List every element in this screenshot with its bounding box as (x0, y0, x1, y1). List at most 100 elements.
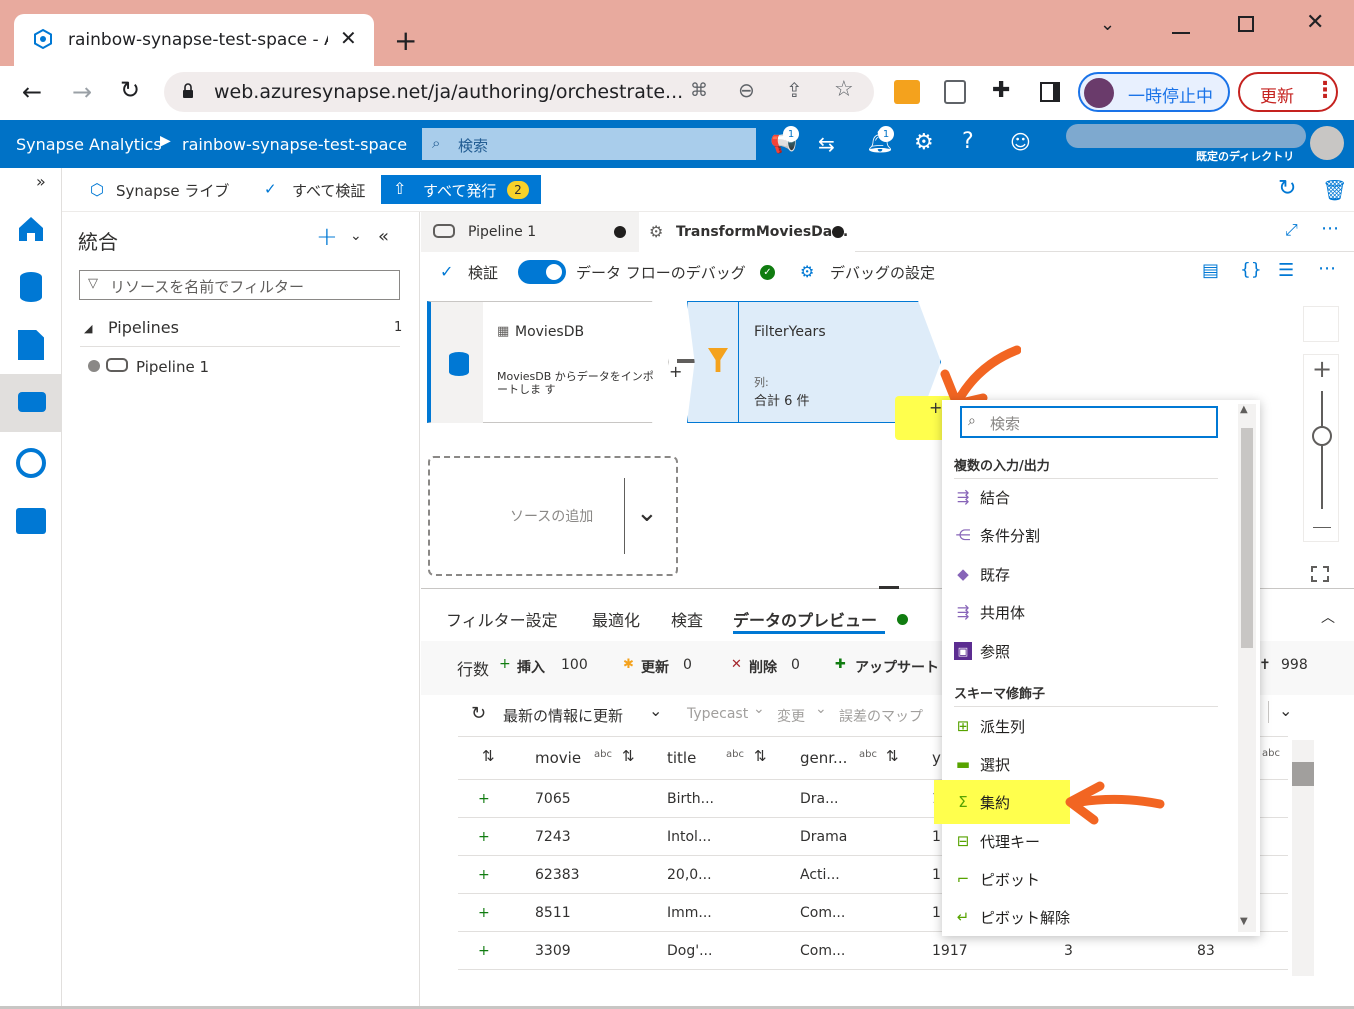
switch-icon[interactable]: ⇆ (818, 132, 835, 156)
address-bar[interactable]: web.azuresynapse.net/ja/authoring/orches… (164, 72, 874, 112)
menu-item-pivot[interactable]: ⌐ ピボット (954, 861, 1040, 897)
collapse-all-icon[interactable]: ⌄ (350, 228, 362, 244)
menu-item-join[interactable]: ⇶ 結合 (954, 479, 1010, 515)
feedback-icon[interactable]: ☺ (1010, 130, 1031, 154)
share-icon[interactable]: ⇪ (786, 78, 803, 102)
minimize-icon[interactable] (1172, 32, 1190, 34)
manage-icon[interactable] (16, 508, 46, 534)
pipeline-item[interactable]: Pipeline 1 (136, 358, 209, 376)
validate-all-button[interactable]: すべて検証 (292, 180, 365, 201)
menu-item-unpivot[interactable]: ↵ ピボット解除 (954, 899, 1070, 935)
table-row[interactable]: + 3309 Dog'... Com... 1917 3 83 (458, 932, 1288, 970)
develop-icon[interactable] (18, 330, 44, 360)
dropdown-scrollbar[interactable]: ▲ ▼ (1238, 404, 1256, 932)
scroll-up-icon[interactable]: ▲ (1240, 404, 1248, 415)
code-icon[interactable]: {} (1240, 260, 1262, 280)
refresh-button[interactable]: 最新の情報に更新 (503, 705, 623, 726)
fit-icon[interactable] (1311, 566, 1329, 582)
table-scrollbar[interactable] (1292, 740, 1314, 976)
discard-icon[interactable]: 🗑︎ (1322, 178, 1347, 202)
zoom-control[interactable]: + (1303, 354, 1339, 542)
workspace-name[interactable]: rainbow-synapse-test-space (182, 135, 407, 154)
add-after-source-icon[interactable]: + (669, 362, 682, 381)
debug-settings-button[interactable]: デバッグの設定 (830, 262, 935, 283)
chevron-down-icon[interactable]: ⌄ (1279, 701, 1292, 720)
extensions-puzzle-icon[interactable]: ✚ (992, 78, 1010, 103)
transformation-dropdown[interactable]: ⌕ 検索 複数の入力/出力 ⇶ 結合 ⋲ 条件分割 ◆ 既存 ⇶ 共用体 ▣ 参照 スキー… (934, 400, 1260, 936)
column-header-year[interactable]: y (932, 749, 941, 767)
reload-icon[interactable]: ↻ (120, 76, 140, 104)
menu-item-union[interactable]: ⇶ 共用体 (954, 594, 1025, 630)
source-node[interactable]: ▦ MoviesDB MoviesDB からデータをインポートしま す (427, 301, 669, 423)
validate-button[interactable]: 検証 (468, 262, 498, 283)
add-resource-icon[interactable]: + (316, 222, 338, 252)
tab-pipeline-1[interactable]: Pipeline 1 (421, 212, 639, 252)
zoom-in-icon[interactable]: + (1312, 355, 1332, 383)
profile-button[interactable]: 一時停止中 (1078, 72, 1230, 112)
debug-toggle[interactable] (518, 260, 566, 284)
menu-item-exists[interactable]: ◆ 既存 (954, 556, 1010, 592)
update-button[interactable]: 更新 ⋮ (1238, 72, 1338, 112)
bookmark-star-icon[interactable]: ☆ (834, 77, 854, 102)
sort-icon[interactable]: ⇅ (622, 747, 635, 765)
tab-dataflow[interactable]: ⚙ TransformMoviesDa... (639, 212, 855, 252)
window-close-icon[interactable]: ✕ (1306, 10, 1324, 35)
maximize-icon[interactable] (1238, 16, 1254, 32)
zoom-thumb[interactable] (1312, 426, 1332, 446)
scroll-down-icon[interactable]: ▼ (1240, 916, 1248, 927)
sort-icon[interactable]: ⇅ (886, 747, 899, 765)
menu-item-aggregate[interactable]: Σ 集約 (954, 784, 1010, 820)
extension-notes-icon[interactable] (944, 80, 966, 104)
sort-icon[interactable]: ⇅ (754, 747, 767, 765)
refresh-icon[interactable]: ↻ (471, 703, 486, 724)
tab-optimize[interactable]: 最適化 (592, 607, 640, 631)
back-icon[interactable]: ← (22, 78, 42, 106)
monitor-icon[interactable] (16, 448, 46, 478)
product-name[interactable]: Synapse Analytics (16, 135, 162, 154)
browser-tab[interactable]: rainbow-synapse-test-space - Az ✕ (14, 14, 374, 66)
sort-icon[interactable]: ⇅ (482, 747, 495, 765)
chevron-down-icon[interactable]: ⌄ (636, 498, 658, 528)
help-icon[interactable]: ? (962, 129, 974, 154)
menu-item-select[interactable]: ▬ 選択 (954, 746, 1010, 782)
menu-item-lookup[interactable]: ▣ 参照 (954, 633, 1010, 669)
synapse-live-toggle[interactable]: Synapse ライブ (116, 180, 229, 201)
menu-item-derived-column[interactable]: ⊞ 派生列 (954, 708, 1025, 744)
extension-smartsurf-icon[interactable] (894, 80, 920, 104)
scroll-thumb[interactable] (1292, 762, 1314, 786)
sidepanel-icon[interactable] (1040, 82, 1060, 102)
translate-icon[interactable]: ⌘ (690, 80, 708, 101)
tab-search-chevron-icon[interactable]: ⌄ (1100, 14, 1115, 35)
expand-rail-icon[interactable]: » (36, 172, 46, 191)
menu-item-conditional-split[interactable]: ⋲ 条件分割 (954, 517, 1041, 553)
collapse-panel-icon[interactable]: « (378, 226, 389, 247)
column-header-movie[interactable]: movie (535, 749, 581, 767)
expand-icon[interactable]: ⤢ (1285, 220, 1298, 240)
dropdown-search-input[interactable]: ⌕ 検索 (960, 406, 1218, 438)
resize-handle[interactable] (879, 586, 899, 589)
data-icon[interactable] (20, 272, 42, 302)
scroll-thumb[interactable] (1241, 428, 1253, 648)
menu-item-surrogate-key[interactable]: ⊟ 代理キー (954, 823, 1040, 859)
more-icon[interactable]: ⋯ (1321, 218, 1339, 239)
script-icon[interactable]: ▤ (1202, 260, 1219, 281)
zoom-out-icon[interactable] (1313, 527, 1331, 528)
add-source-box[interactable]: ソースの追加 ⌄ (428, 456, 678, 576)
tab-data-preview[interactable]: データのプレビュー (733, 607, 877, 631)
forward-icon[interactable]: → (72, 78, 92, 106)
canvas-search-icon[interactable] (1303, 306, 1339, 342)
pipelines-section[interactable]: Pipelines (108, 318, 179, 337)
tab-inspect[interactable]: 検査 (671, 607, 703, 631)
properties-icon[interactable]: ☰ (1278, 260, 1294, 281)
tab-filter-settings[interactable]: フィルター設定 (446, 607, 558, 631)
resource-filter-input[interactable]: ▽ リソースを名前でフィルター (79, 270, 400, 300)
new-tab-icon[interactable]: + (394, 24, 417, 57)
expand-caret-icon[interactable]: ◢ (84, 322, 92, 335)
column-header-title[interactable]: title (667, 749, 696, 767)
integrate-nav-active[interactable] (0, 374, 62, 432)
global-search-input[interactable]: ⌕ 検索 (422, 128, 756, 160)
more-icon[interactable]: ⋯ (1318, 258, 1336, 279)
typecast-menu[interactable]: Typecast (687, 706, 748, 722)
close-tab-icon[interactable]: ✕ (340, 26, 357, 50)
column-header-genres[interactable]: genr... (800, 749, 847, 767)
